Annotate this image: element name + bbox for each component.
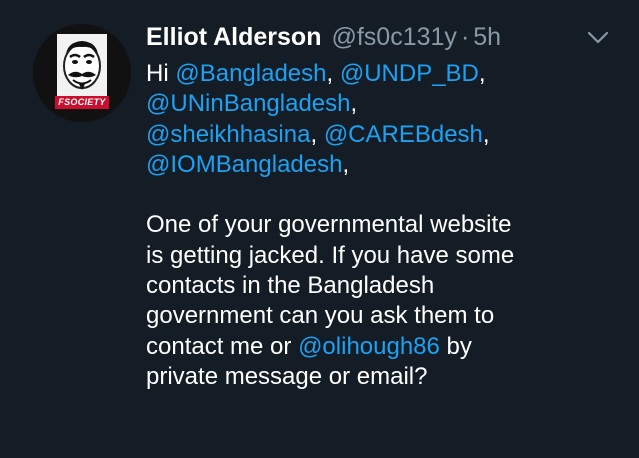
text-separator: , <box>310 120 324 148</box>
text-separator: , <box>478 60 486 87</box>
mention-link[interactable]: @sheikhhasina <box>146 121 310 148</box>
mention-link[interactable]: @CAREBdesh <box>324 121 483 148</box>
display-name[interactable]: Elliot Alderson <box>146 20 321 54</box>
avatar[interactable]: FSOCIETY <box>33 24 131 122</box>
text-line: One of your governmental website <box>146 211 512 239</box>
tweet-header: Elliot Alderson @fs0c131y · 5h <box>146 20 501 54</box>
text-line: @UNinBangladesh, <box>146 89 626 119</box>
text-greeting: Hi <box>146 60 176 87</box>
text-line: private message or email? <box>146 362 428 390</box>
username-handle[interactable]: @fs0c131y <box>331 20 456 54</box>
text-line: government can you ask them to <box>146 302 495 330</box>
avatar-label: FSOCIETY <box>58 97 106 107</box>
mention-link[interactable]: @Bangladesh <box>175 60 326 87</box>
text-separator: , <box>350 90 358 118</box>
mention-link[interactable]: @UNDP_BD <box>340 60 479 87</box>
text-separator: , <box>482 120 490 148</box>
separator-dot: · <box>460 23 470 51</box>
text-line: is getting jacked. If you have some <box>146 241 515 269</box>
tweet[interactable]: FSOCIETY Elliot Alderson @fs0c131y · 5h … <box>0 0 639 458</box>
paragraph-break <box>146 180 626 210</box>
text-line: contact me or @olihough86 by <box>146 332 626 362</box>
text-separator: , <box>326 60 340 87</box>
timestamp[interactable]: 5h <box>473 20 501 54</box>
text-fragment: by <box>439 332 472 360</box>
chevron-down-icon[interactable] <box>586 30 610 46</box>
text-line: Hi @Bangladesh, @UNDP_BD, <box>146 59 626 89</box>
text-line: contacts in the Bangladesh <box>146 272 435 300</box>
mention-link[interactable]: @olihough86 <box>298 333 440 360</box>
text-fragment: contact me or <box>146 332 299 360</box>
tweet-text: Hi @Bangladesh, @UNDP_BD, @UNinBanglades… <box>146 59 626 392</box>
mention-link[interactable]: @UNinBangladesh <box>146 90 350 117</box>
mention-link[interactable]: @IOMBangladesh <box>146 151 342 178</box>
text-line: @sheikhhasina, @CAREBdesh, <box>146 120 626 150</box>
text-line: @IOMBangladesh, <box>146 150 626 180</box>
text-separator: , <box>342 150 350 178</box>
